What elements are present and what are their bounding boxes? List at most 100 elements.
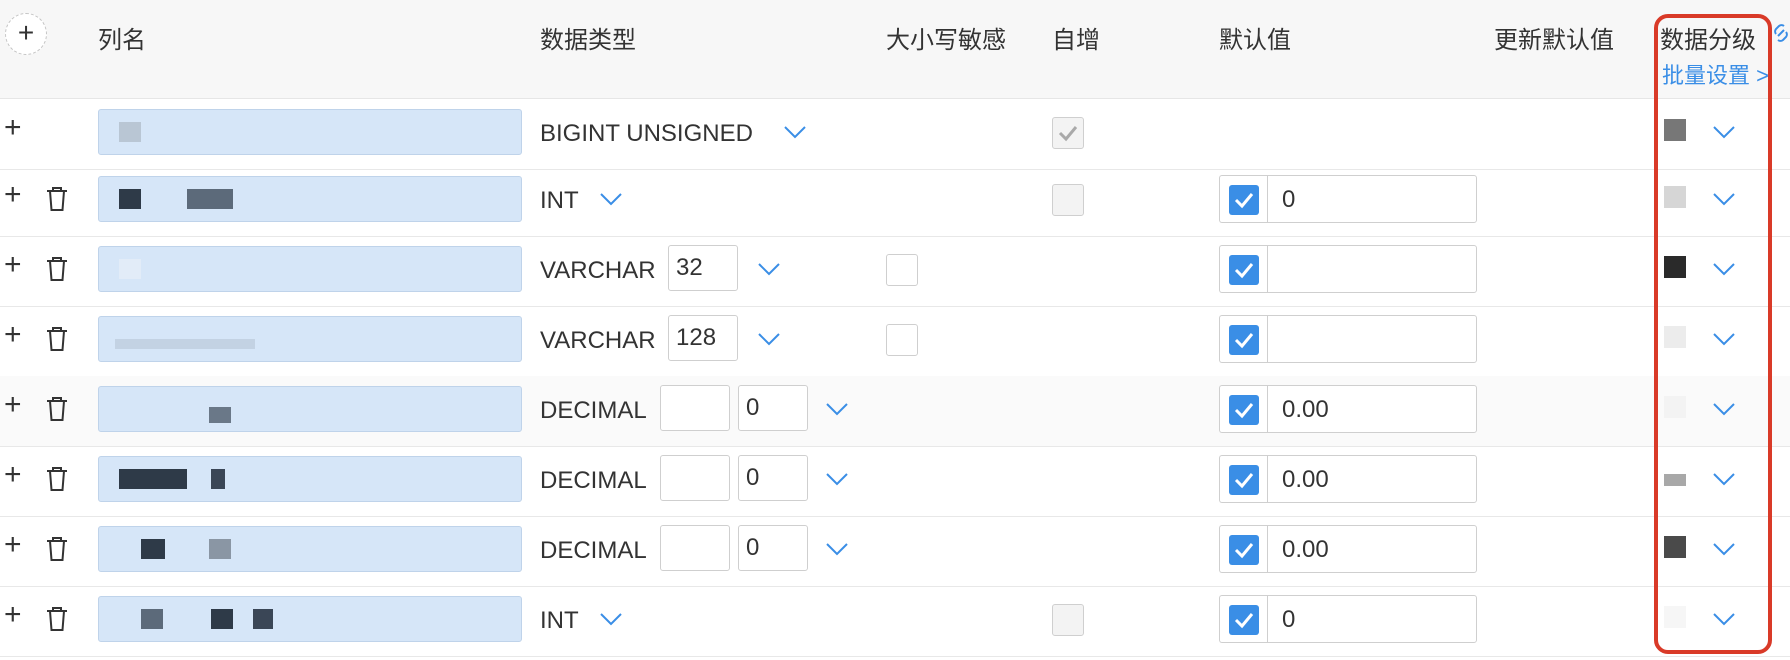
table-row: + DECIMAL 0 0.00	[0, 516, 1790, 587]
length-input[interactable]: 128	[668, 315, 738, 361]
table-row: + INT 0	[0, 166, 1790, 237]
trash-icon[interactable]	[44, 255, 70, 283]
scale-input[interactable]: 0	[738, 525, 808, 571]
trash-icon[interactable]	[44, 395, 70, 423]
precision-input[interactable]	[660, 385, 730, 431]
add-row-icon[interactable]: +	[4, 250, 22, 280]
scale-input[interactable]: 0	[738, 385, 808, 431]
data-type-select[interactable]: DECIMAL	[540, 467, 647, 495]
chevron-down-icon[interactable]	[599, 192, 623, 206]
default-value-field	[1219, 245, 1477, 293]
chevron-down-icon[interactable]	[1712, 542, 1736, 556]
trash-icon[interactable]	[44, 185, 70, 213]
trash-icon[interactable]	[44, 605, 70, 633]
chevron-down-icon[interactable]	[825, 472, 849, 486]
chevron-down-icon[interactable]	[1712, 402, 1736, 416]
data-type-select[interactable]: VARCHAR	[540, 257, 656, 285]
default-value-field: 0	[1219, 595, 1477, 643]
column-name-input[interactable]	[98, 386, 522, 432]
trash-icon[interactable]	[44, 535, 70, 563]
precision-input[interactable]	[660, 455, 730, 501]
check-icon	[1234, 543, 1254, 559]
data-level-icon	[1664, 119, 1686, 141]
trash-icon[interactable]	[44, 465, 70, 493]
default-value-input[interactable]	[1267, 245, 1477, 293]
link-icon[interactable]	[1772, 22, 1790, 50]
default-value-checkbox[interactable]	[1219, 175, 1268, 223]
length-input[interactable]: 32	[668, 245, 738, 291]
chevron-down-icon[interactable]	[1712, 262, 1736, 276]
add-row-icon[interactable]: +	[4, 600, 22, 630]
default-value-input[interactable]: 0	[1267, 595, 1477, 643]
default-value-checkbox[interactable]	[1219, 455, 1268, 503]
case-sensitive-checkbox[interactable]	[886, 324, 918, 356]
data-type-select[interactable]: DECIMAL	[540, 537, 647, 565]
check-icon	[1234, 193, 1254, 209]
add-row-icon[interactable]: +	[4, 113, 22, 143]
check-icon	[1234, 403, 1254, 419]
column-name-input[interactable]	[98, 316, 522, 362]
table-row: + VARCHAR 128	[0, 306, 1790, 377]
column-name-input[interactable]	[98, 246, 522, 292]
default-value-input[interactable]: 0.00	[1267, 525, 1477, 573]
plus-icon: +	[17, 17, 35, 48]
trash-icon[interactable]	[44, 325, 70, 353]
chevron-down-icon[interactable]	[1712, 332, 1736, 346]
add-row-icon[interactable]: +	[4, 320, 22, 350]
column-name-input[interactable]	[98, 596, 522, 642]
data-type-select[interactable]: VARCHAR	[540, 327, 656, 355]
add-row-icon[interactable]: +	[4, 390, 22, 420]
column-name-input[interactable]	[98, 456, 522, 502]
default-value-field: 0	[1219, 175, 1477, 223]
check-icon	[1058, 126, 1078, 142]
header-auto-increment: 自增	[1052, 27, 1100, 54]
data-level-icon	[1664, 536, 1686, 558]
chevron-down-icon[interactable]	[1712, 472, 1736, 486]
chevron-down-icon[interactable]	[757, 262, 781, 276]
default-value-checkbox[interactable]	[1219, 385, 1268, 433]
auto-increment-checkbox[interactable]	[1052, 604, 1084, 636]
chevron-down-icon[interactable]	[757, 332, 781, 346]
add-row-icon[interactable]: +	[4, 180, 22, 210]
table-row: + INT 0	[0, 586, 1790, 657]
header-col-name: 列名	[98, 27, 146, 54]
data-type-select[interactable]: DECIMAL	[540, 397, 647, 425]
default-value-field: 0.00	[1219, 385, 1477, 433]
chevron-down-icon[interactable]	[599, 612, 623, 626]
data-level-icon	[1664, 474, 1686, 486]
default-value-checkbox[interactable]	[1219, 315, 1268, 363]
default-value-input[interactable]: 0.00	[1267, 385, 1477, 433]
chevron-down-icon[interactable]	[1712, 612, 1736, 626]
chevron-down-icon[interactable]	[825, 542, 849, 556]
chevron-down-icon[interactable]	[825, 402, 849, 416]
add-row-icon[interactable]: +	[4, 460, 22, 490]
default-value-input[interactable]: 0.00	[1267, 455, 1477, 503]
data-type-select[interactable]: INT	[540, 607, 579, 635]
data-type-select[interactable]: BIGINT UNSIGNED	[540, 120, 753, 148]
batch-setting-link[interactable]: 批量设置 >	[1662, 58, 1769, 90]
default-value-checkbox[interactable]	[1219, 525, 1268, 573]
table-row: + BIGINT UNSIGNED	[0, 99, 1790, 170]
check-icon	[1234, 333, 1254, 349]
column-name-input[interactable]	[98, 176, 522, 222]
add-column-button[interactable]: +	[5, 13, 47, 55]
data-type-select[interactable]: INT	[540, 187, 579, 215]
default-value-input[interactable]	[1267, 315, 1477, 363]
add-row-icon[interactable]: +	[4, 530, 22, 560]
default-value-checkbox[interactable]	[1219, 245, 1268, 293]
case-sensitive-checkbox[interactable]	[886, 254, 918, 286]
column-name-input[interactable]	[98, 109, 522, 155]
default-value-checkbox[interactable]	[1219, 595, 1268, 643]
chevron-down-icon[interactable]	[1712, 125, 1736, 139]
column-name-input[interactable]	[98, 526, 522, 572]
scale-input[interactable]: 0	[738, 455, 808, 501]
data-level-icon	[1664, 606, 1686, 628]
chevron-down-icon[interactable]	[1712, 192, 1736, 206]
data-level-icon	[1664, 256, 1686, 278]
data-level-icon	[1664, 326, 1686, 348]
auto-increment-checkbox[interactable]	[1052, 117, 1084, 149]
auto-increment-checkbox[interactable]	[1052, 184, 1084, 216]
chevron-down-icon[interactable]	[783, 125, 807, 139]
precision-input[interactable]	[660, 525, 730, 571]
default-value-input[interactable]: 0	[1267, 175, 1477, 223]
